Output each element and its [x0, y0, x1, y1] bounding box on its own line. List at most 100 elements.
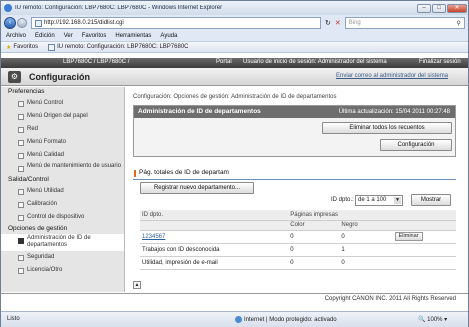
table-subheader: Color Negro [140, 220, 456, 231]
favorites-button[interactable]: Favoritos [13, 44, 38, 50]
cell-id: Utilidad, impresión de e-mail [140, 256, 289, 270]
menu-view[interactable]: Ver [64, 33, 73, 39]
settings-icon: ⚙ [8, 71, 21, 83]
status-bar: Listo Internet | Modo protegido: activad… [1, 311, 468, 327]
login-user: Usuario de inicio de sesión: Administrad… [243, 59, 387, 65]
page-top-icon[interactable]: ▲ [133, 281, 141, 289]
sidebar-item-calibration[interactable]: Calibración [1, 198, 124, 211]
sidebar-item-device-control[interactable]: Control de dispositivo [1, 211, 124, 224]
menu-bar: Archivo Edición Ver Favoritos Herramient… [1, 31, 468, 41]
cell-black: 1 [339, 243, 393, 257]
refresh-icon[interactable]: ↻ [325, 19, 331, 27]
section-subtitle: Pág. totales de ID de departam [133, 168, 456, 180]
close-button[interactable]: ✕ [447, 3, 467, 13]
cell-color: 0 [288, 256, 340, 270]
sidebar-item-control-menu[interactable]: Menú Control [1, 97, 124, 110]
show-button[interactable]: Mostrar [411, 194, 451, 206]
cell-black: 0 [339, 256, 393, 270]
forward-icon[interactable]: › [17, 18, 27, 28]
sidebar-section-output: Salida/Control [1, 175, 124, 185]
address-actions: ↻ ✕ [325, 19, 341, 27]
cell-black: 0 [339, 230, 393, 244]
sidebar-item-quality[interactable]: Menú Calidad [1, 149, 124, 162]
address-row: ‹ › http://192.168.0.215/didlist.cgi ↻ ✕… [1, 15, 468, 31]
top-header: LBP7680C / LBP7680C / Portal Usuario de … [1, 58, 468, 68]
sidebar-item-format[interactable]: Menú Formato [1, 136, 124, 149]
cell-color: 0 [288, 230, 340, 244]
sidebar-item-security[interactable]: Seguridad [1, 251, 124, 264]
sidebar-item-user-maintenance[interactable]: Menú de mantenimiento de usuario [1, 162, 124, 175]
menu-help[interactable]: Ayuda [160, 33, 177, 39]
menu-edit[interactable]: Edición [35, 33, 55, 39]
sidebar: Preferencias Menú Control Menú Origen de… [1, 87, 125, 292]
address-text[interactable]: http://192.168.0.215/didlist.cgi [44, 20, 124, 26]
sidebar-section-management: Opciones de gestión [1, 224, 124, 234]
title-bar: IU remoto: Configuración: LBP7680C: LBP7… [1, 1, 468, 15]
browser-tab[interactable]: IU remoto: Configuración: LBP7680C: LBP7… [48, 42, 189, 52]
dept-panel: Administración de ID de departamentos Úl… [133, 105, 456, 157]
page-icon [35, 19, 42, 27]
address-bar[interactable]: http://192.168.0.215/didlist.cgi [31, 17, 321, 29]
menu-tools[interactable]: Herramientas [115, 33, 151, 39]
delete-button[interactable]: Eliminar [394, 232, 423, 241]
main-area: Configuración: Opciones de gestión: Admi… [126, 87, 468, 292]
zoom-value[interactable]: 100% [427, 317, 442, 323]
zone-text[interactable]: Internet | Modo protegido: activado [244, 317, 337, 323]
minimize-button[interactable]: – [417, 3, 431, 13]
chevron-down-icon[interactable]: ▼ [394, 197, 401, 204]
back-icon[interactable]: ‹ [4, 17, 16, 29]
sidebar-item-utility[interactable]: Menú Utilidad [1, 185, 124, 198]
globe-icon [235, 316, 242, 323]
table-row: Trabajos con ID desconocida 0 1 [140, 243, 456, 257]
tab-page-icon [48, 43, 56, 51]
stop-icon[interactable]: ✕ [335, 19, 341, 27]
col-header-id: ID dpto. [140, 210, 289, 221]
maximize-button[interactable]: □ [432, 3, 446, 13]
configuration-button[interactable]: Configuración [380, 139, 452, 151]
footer: Copyright CANON INC. 2011 All Rights Res… [1, 293, 468, 303]
security-zone[interactable]: Internet | Modo protegido: activado [235, 316, 337, 323]
sidebar-item-license[interactable]: Licencia/Otro [1, 264, 124, 277]
last-update: Última actualización: 15/04 2011 00:27:4… [338, 109, 450, 115]
dept-range-value[interactable]: de 1 a 100 [358, 197, 386, 203]
sidebar-item-dept-id[interactable]: Administración de ID de departamentos [1, 234, 124, 251]
ie-logo-icon [4, 4, 12, 12]
dept-id-link[interactable]: 1234567 [140, 230, 289, 244]
col-header-black: Negro [339, 220, 393, 231]
portal-link[interactable]: Portal [216, 59, 232, 65]
sidebar-section-preferences: Preferencias [1, 87, 124, 97]
col-header-pages: Páginas impresas [288, 210, 393, 221]
zoom-level[interactable]: 🔍 100% ▾ [418, 316, 447, 323]
cell-id: Trabajos con ID desconocida [140, 243, 289, 257]
clear-all-counts-button[interactable]: Eliminar todos los recuentos [322, 122, 452, 134]
printer-model: LBP7680C / LBP7680C / [63, 59, 130, 65]
logout-link[interactable]: Finalizar sesión [419, 59, 461, 65]
table-row: Utilidad, impresión de e-mail 0 0 [140, 256, 456, 270]
dept-table: ID dpto. Páginas impresas Color Negro 12… [140, 210, 456, 270]
page-header: ⚙ Configuración Enviar correo al adminis… [1, 68, 468, 86]
cell-color: 0 [288, 243, 340, 257]
search-icon[interactable]: ⚲ [456, 20, 460, 27]
table-header: ID dpto. Páginas impresas [140, 210, 456, 221]
dept-range-select[interactable]: de 1 a 100 ▼ [355, 195, 403, 206]
sidebar-item-paper-source[interactable]: Menú Origen del papel [1, 110, 124, 123]
sidebar-item-network[interactable]: Red [1, 123, 124, 136]
table-row: 1234567 0 0 Eliminar [140, 230, 456, 244]
search-box[interactable]: Bing ⚲ [344, 17, 465, 29]
favorites-star-icon: ★ [6, 44, 12, 51]
mail-admin-link[interactable]: Enviar correo al administrador del siste… [336, 73, 448, 79]
favorites-bar: ★ Favoritos IU remoto: Configuración: LB… [1, 41, 468, 53]
browser-window: IU remoto: Configuración: LBP7680C: LBP7… [0, 0, 469, 327]
tab-title[interactable]: IU remoto: Configuración: LBP7680C: LBP7… [57, 44, 188, 50]
page-title: Configuración [29, 72, 90, 82]
menu-file[interactable]: Archivo [6, 33, 26, 39]
window-title: IU remoto: Configuración: LBP7680C: LBP7… [15, 5, 223, 11]
col-header-color: Color [288, 220, 340, 231]
menu-favorites[interactable]: Favoritos [82, 33, 107, 39]
search-placeholder[interactable]: Bing [349, 20, 361, 26]
panel-header: Administración de ID de departamentos Úl… [134, 106, 455, 118]
page-content: LBP7680C / LBP7680C / Portal Usuario de … [1, 53, 468, 311]
breadcrumb: Configuración: Opciones de gestión: Admi… [133, 94, 337, 100]
status-text: Listo [7, 316, 20, 322]
register-department-button[interactable]: Registrar nuevo departamento... [140, 182, 254, 194]
